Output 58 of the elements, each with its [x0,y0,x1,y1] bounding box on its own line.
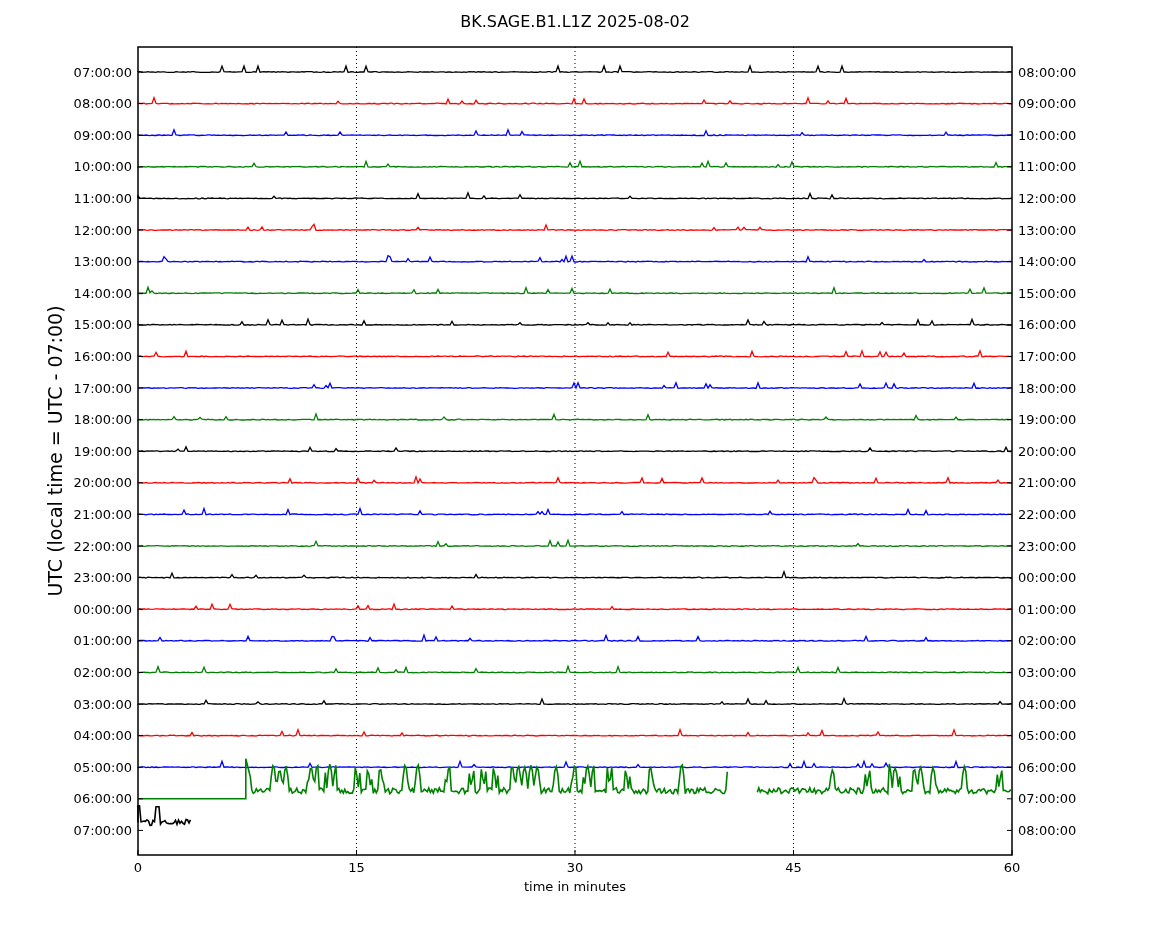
y-tick-label: 04:00:00 [73,728,132,744]
y-tick-label: 15:00:00 [1018,285,1077,301]
y-tick-label: 01:00:00 [73,633,132,649]
y-tick-label: 19:00:00 [73,443,132,459]
y-tick-label: 18:00:00 [73,412,132,428]
y-tick-label: 09:00:00 [73,127,132,143]
y-tick-label: 00:00:00 [1018,570,1077,586]
y-tick-label: 07:00:00 [1018,791,1077,807]
y-tick-label: 00:00:00 [73,601,132,617]
y-tick-label: 22:00:00 [1018,506,1077,522]
y-tick-label: 10:00:00 [73,159,132,175]
y-tick-label: 11:00:00 [1018,159,1077,175]
y-tick-label: 13:00:00 [1018,222,1077,238]
y-tick-label: 12:00:00 [73,222,132,238]
y-tick-label: 08:00:00 [1018,64,1077,80]
y-tick-label: 15:00:00 [73,317,132,333]
y-tick-label: 14:00:00 [1018,254,1077,270]
y-tick-label: 16:00:00 [73,348,132,364]
y-tick-label: 07:00:00 [73,822,132,838]
x-tick-label: 45 [785,860,802,875]
y-tick-label: 08:00:00 [73,96,132,112]
x-tick-label: 0 [133,860,143,875]
y-tick-label: 17:00:00 [1018,348,1077,364]
plot-title: BK.SAGE.B1.L1Z 2025-08-02 [460,12,690,31]
y-tick-label: 03:00:00 [73,696,132,712]
y-tick-label: 05:00:00 [1018,728,1077,744]
x-axis-label: time in minutes [523,879,627,894]
y-tick-label: 02:00:00 [73,664,132,680]
y-tick-label: 09:00:00 [1018,96,1077,112]
y-tick-label: 16:00:00 [1018,317,1077,333]
y-tick-label: 03:00:00 [1018,664,1077,680]
y-tick-label: 06:00:00 [73,791,132,807]
y-tick-label: 14:00:00 [73,285,132,301]
y-tick-label: 23:00:00 [73,570,132,586]
y-tick-label: 08:00:00 [1018,822,1077,838]
y-tick-label: 04:00:00 [1018,696,1077,712]
y-tick-label: 21:00:00 [1018,475,1077,491]
x-tick-label: 60 [1003,860,1021,875]
y-axis-label: UTC (local time = UTC - 07:00) [44,305,66,597]
y-tick-label: 05:00:00 [73,759,132,775]
y-tick-label: 01:00:00 [1018,601,1077,617]
y-tick-label: 20:00:00 [73,475,132,491]
y-tick-label: 23:00:00 [1018,538,1077,554]
y-tick-label: 22:00:00 [73,538,132,554]
y-tick-label: 21:00:00 [73,506,132,522]
y-tick-label: 12:00:00 [1018,190,1077,206]
y-tick-label: 13:00:00 [73,254,132,270]
y-tick-label: 20:00:00 [1018,443,1077,459]
y-tick-label: 19:00:00 [1018,412,1077,428]
y-tick-label: 18:00:00 [1018,380,1077,396]
y-tick-label: 11:00:00 [73,190,132,206]
y-tick-label: 02:00:00 [1018,633,1077,649]
y-tick-label: 06:00:00 [1018,759,1077,775]
x-tick-label: 30 [566,860,584,875]
y-tick-label: 17:00:00 [73,380,132,396]
y-tick-label: 07:00:00 [73,64,132,80]
y-tick-label: 10:00:00 [1018,127,1077,143]
x-tick-label: 15 [348,860,365,875]
